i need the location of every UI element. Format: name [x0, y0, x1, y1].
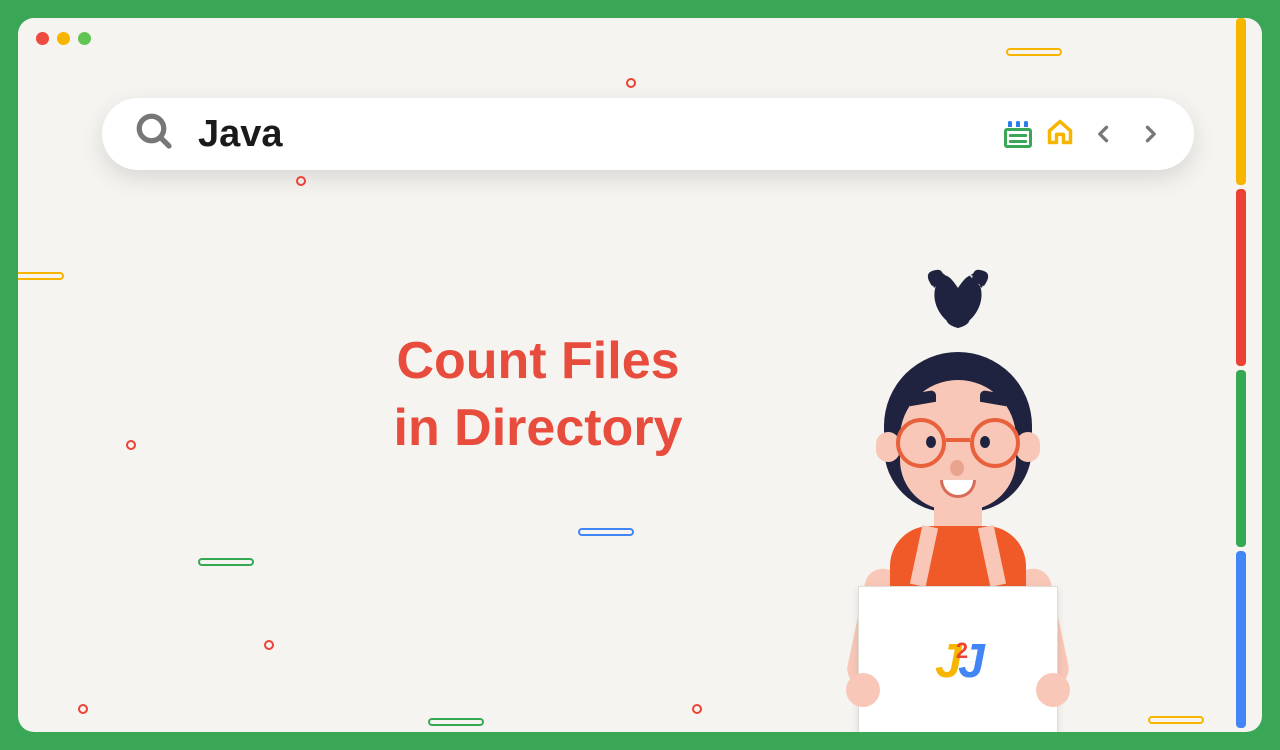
logo-part-1: J	[935, 634, 958, 689]
browser-window: Count Files in Directory	[18, 18, 1262, 732]
doodle-ring-icon	[126, 440, 136, 450]
stripe-blue	[1236, 551, 1246, 728]
person-illustration: J 2 J	[798, 268, 1118, 728]
doodle-pill-icon	[198, 558, 254, 566]
title-line-1: Count Files	[278, 328, 798, 395]
page-title: Count Files in Directory	[278, 328, 798, 461]
search-input[interactable]	[198, 113, 1004, 156]
calendar-icon[interactable]	[1004, 121, 1032, 148]
search-icon	[134, 111, 176, 158]
close-dot-icon[interactable]	[36, 32, 49, 45]
eye-icon	[926, 436, 936, 448]
doodle-pill-icon	[1148, 716, 1204, 724]
stripe-green	[1236, 370, 1246, 547]
laptop-icon: J 2 J	[858, 586, 1058, 732]
glasses-icon	[896, 418, 1020, 462]
doodle-pill-icon	[428, 718, 484, 726]
stripe-yellow	[1236, 18, 1246, 185]
stripe-red	[1236, 189, 1246, 366]
doodle-ring-icon	[626, 78, 636, 88]
doodle-pill-icon	[578, 528, 634, 536]
nose-icon	[950, 460, 964, 476]
hand-icon	[846, 673, 880, 707]
nav-forward-button[interactable]	[1134, 118, 1166, 150]
brand-side-stripes	[1236, 18, 1246, 732]
maximize-dot-icon[interactable]	[78, 32, 91, 45]
search-bar	[102, 98, 1194, 170]
minimize-dot-icon[interactable]	[57, 32, 70, 45]
doodle-ring-icon	[692, 704, 702, 714]
doodle-ring-icon	[264, 640, 274, 650]
j2j-logo: J 2 J	[935, 634, 981, 689]
doodle-pill-icon	[18, 272, 64, 280]
title-line-2: in Directory	[278, 395, 798, 462]
hair-bun-icon	[926, 268, 990, 328]
home-icon[interactable]	[1046, 118, 1074, 151]
logo-part-2: J	[958, 634, 981, 689]
nav-back-button[interactable]	[1088, 118, 1120, 150]
nav-icons	[1004, 118, 1166, 151]
eye-icon	[980, 436, 990, 448]
doodle-ring-icon	[296, 176, 306, 186]
window-controls	[18, 18, 1262, 53]
doodle-ring-icon	[78, 704, 88, 714]
doodle-pill-icon	[1006, 48, 1062, 56]
hand-icon	[1036, 673, 1070, 707]
